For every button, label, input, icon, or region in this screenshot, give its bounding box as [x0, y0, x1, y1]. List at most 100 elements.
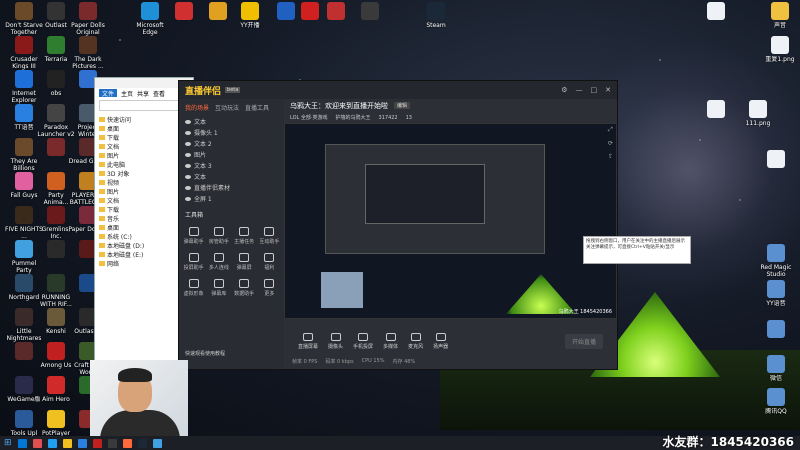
tool-button[interactable]: 弹幕库: [206, 279, 231, 297]
taskbar-app-icon[interactable]: [92, 438, 102, 448]
desktop-icon[interactable]: [756, 150, 796, 170]
taskbar-app-icon[interactable]: [137, 438, 147, 448]
source-item[interactable]: 图片: [179, 149, 284, 160]
eye-icon[interactable]: [185, 130, 191, 135]
explorer-tree-item[interactable]: 系统 (C:): [99, 232, 189, 241]
explorer-tree-item[interactable]: 文档: [99, 142, 189, 151]
explorer-tree-item[interactable]: 文档: [99, 196, 189, 205]
edit-button[interactable]: 编辑: [394, 102, 411, 109]
control-button[interactable]: 麦克风: [408, 332, 423, 350]
explorer-tree-item[interactable]: 下载: [99, 133, 189, 142]
taskbar-app-icon[interactable]: [17, 438, 27, 448]
explorer-tree-item[interactable]: 桌面: [99, 223, 189, 232]
explorer-tree-item[interactable]: 快速访问: [99, 115, 189, 124]
eye-icon[interactable]: [185, 141, 191, 146]
tool-button[interactable]: 互动助手: [257, 227, 282, 245]
desktop-icon[interactable]: [350, 2, 390, 22]
tool-button[interactable]: 投屏助手: [181, 253, 206, 271]
desktop-icon[interactable]: The Dark Pictures ...: [68, 36, 108, 70]
eye-icon[interactable]: [185, 163, 191, 168]
source-item[interactable]: 全屏 1: [179, 193, 284, 204]
folder-icon: [99, 153, 105, 158]
source-item[interactable]: 摄像头 1: [179, 127, 284, 138]
share-icon[interactable]: ⇪: [608, 153, 613, 160]
desktop-icon[interactable]: 重复1.png: [760, 36, 800, 63]
control-button[interactable]: 扬声器: [433, 332, 448, 350]
desktop-icon[interactable]: [696, 2, 736, 22]
desktop-icon[interactable]: [696, 100, 736, 120]
taskbar-app-icon[interactable]: [107, 438, 117, 448]
settings-icon[interactable]: ⚙: [561, 86, 567, 94]
taskbar-app-icon[interactable]: [152, 438, 162, 448]
eye-icon[interactable]: [185, 174, 191, 179]
explorer-tree-item[interactable]: 桌面: [99, 124, 189, 133]
tab-interactive[interactable]: 互动玩法: [215, 103, 239, 112]
tab-live-tools[interactable]: 直播工具: [245, 103, 269, 112]
ribbon-tab-file[interactable]: 文件: [99, 89, 118, 98]
tool-button[interactable]: 福利: [257, 253, 282, 271]
desktop-icon[interactable]: Steam: [416, 2, 456, 29]
source-item[interactable]: 文本 2: [179, 138, 284, 149]
taskbar-app-icon[interactable]: [62, 438, 72, 448]
desktop-icon[interactable]: YY开播: [230, 2, 270, 29]
desktop-icon[interactable]: Red Magic Studio: [756, 244, 796, 278]
control-button[interactable]: 手机投屏: [353, 332, 373, 350]
desktop-icon[interactable]: 微信: [756, 355, 796, 382]
windows-start-icon[interactable]: ⊞: [4, 438, 12, 448]
control-button[interactable]: 多媒体: [383, 332, 398, 350]
close-icon[interactable]: ✕: [605, 86, 611, 94]
eye-icon[interactable]: [185, 185, 191, 190]
fullscreen-icon[interactable]: ⤢: [608, 126, 613, 134]
source-item[interactable]: 文本: [179, 171, 284, 182]
source-item[interactable]: 文本 3: [179, 160, 284, 171]
taskbar-app-icon[interactable]: [32, 438, 42, 448]
tool-button[interactable]: 弹幕屏: [232, 253, 257, 271]
tool-button[interactable]: 多人连线: [206, 253, 231, 271]
explorer-tree-item[interactable]: 网络: [99, 259, 189, 268]
control-button[interactable]: 直播屏幕: [298, 332, 318, 350]
minimize-icon[interactable]: —: [576, 86, 583, 94]
ribbon-tab-view[interactable]: 查看: [153, 89, 165, 98]
tool-button[interactable]: 数据助手: [232, 279, 257, 297]
tool-button[interactable]: 虚拟形象: [181, 279, 206, 297]
refresh-icon[interactable]: ⟳: [608, 140, 613, 147]
explorer-tree-item[interactable]: 此电脑: [99, 160, 189, 169]
explorer-tree-item[interactable]: 图片: [99, 151, 189, 160]
explorer-tree-item[interactable]: 音乐: [99, 214, 189, 223]
explorer-tree-item[interactable]: 3D 对象: [99, 169, 189, 178]
ribbon-tab-home[interactable]: 主页: [121, 89, 133, 98]
eye-icon[interactable]: [185, 152, 191, 157]
desktop-icon[interactable]: [756, 320, 796, 340]
source-item[interactable]: 直播伴侣素材: [179, 182, 284, 193]
tutorial-link[interactable]: 快速观看使用教程: [185, 350, 225, 357]
category[interactable]: LOL 全部·类游戏: [290, 114, 328, 121]
desktop-icon[interactable]: 111.png: [738, 100, 778, 127]
explorer-tree-item[interactable]: 下载: [99, 205, 189, 214]
start-live-button[interactable]: 开始直播: [564, 333, 603, 349]
explorer-address-bar[interactable]: [99, 100, 189, 111]
desktop-icon[interactable]: 腾讯QQ: [756, 388, 796, 415]
tool-button[interactable]: 主播任务: [232, 227, 257, 245]
control-button[interactable]: 摄像头: [328, 332, 343, 350]
stream-preview[interactable]: 乌鸦大王 1845420366 ⤢ ⟳ ⇪: [284, 123, 617, 319]
taskbar-app-icon[interactable]: [47, 438, 57, 448]
taskbar-app-icon[interactable]: [122, 438, 132, 448]
eye-icon[interactable]: [185, 196, 191, 201]
explorer-tree-item[interactable]: 图片: [99, 187, 189, 196]
desktop-icon[interactable]: YY语音: [756, 280, 796, 307]
tool-button[interactable]: 弹幕助手: [181, 227, 206, 245]
explorer-tree-item[interactable]: 本地磁盘 (E:): [99, 250, 189, 259]
desktop-icon[interactable]: Paper Dolls Original: [68, 2, 108, 36]
tool-button[interactable]: 房管助手: [206, 227, 231, 245]
file-icon: [767, 150, 785, 168]
taskbar-app-icon[interactable]: [77, 438, 87, 448]
source-item[interactable]: 文本: [179, 116, 284, 127]
tab-my-scene[interactable]: 我的场景: [185, 103, 209, 112]
maximize-icon[interactable]: □: [591, 86, 598, 94]
explorer-tree-item[interactable]: 本地磁盘 (D:): [99, 241, 189, 250]
explorer-tree-item[interactable]: 视频: [99, 178, 189, 187]
ribbon-tab-share[interactable]: 共享: [137, 89, 149, 98]
tool-button[interactable]: 更多: [257, 279, 282, 297]
desktop-icon[interactable]: 声音: [760, 2, 800, 29]
eye-icon[interactable]: [185, 119, 191, 124]
